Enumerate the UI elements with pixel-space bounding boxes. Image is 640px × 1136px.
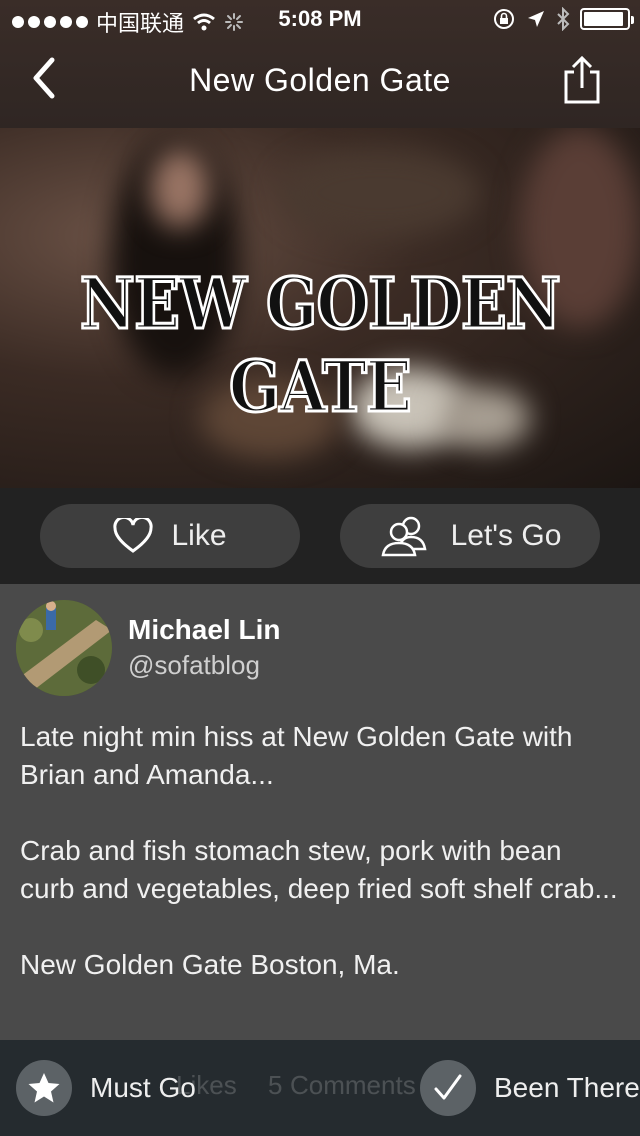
been-there-button[interactable]: Been There (420, 1060, 640, 1116)
been-there-label: Been There (494, 1072, 640, 1103)
page-title: New Golden Gate (189, 62, 451, 98)
battery-level (584, 12, 623, 26)
post-paragraph: Late night min hiss at New Golden Gate w… (20, 721, 573, 790)
avatar-image (16, 600, 112, 696)
must-go-button[interactable]: Must Go (16, 1060, 196, 1116)
must-go-label: Must Go (90, 1072, 196, 1103)
like-label: Like (171, 519, 227, 552)
like-button[interactable]: Like (40, 504, 300, 568)
group-icon (381, 516, 427, 557)
hero-image: NEW GOLDEN GATE (0, 128, 640, 488)
hero-blur-shape (280, 148, 480, 238)
rotation-lock-icon (494, 9, 514, 29)
comments-count: 5 (268, 1070, 283, 1100)
status-right (492, 7, 634, 31)
nav-bar: New Golden Gate (0, 40, 640, 128)
star-icon (16, 1060, 72, 1116)
checkmark-icon (420, 1060, 476, 1116)
heart-icon (113, 518, 154, 553)
avatar[interactable] (16, 600, 112, 696)
lets-go-button[interactable]: Let's Go (340, 504, 600, 568)
action-bar: Like Let's Go (0, 488, 640, 584)
post-paragraph: Crab and fish stomach stew, pork with be… (20, 835, 618, 904)
lets-go-label: Let's Go (450, 519, 562, 552)
bluetooth-icon (557, 7, 570, 31)
hero-overlay-title: NEW GOLDEN GATE (79, 261, 563, 430)
battery-icon (580, 8, 634, 30)
location-arrow-icon (528, 11, 544, 27)
bottom-bar: Likes 5 Comments Must Go Been There (0, 1040, 640, 1136)
post-body: Late night min hiss at New Golden Gate w… (20, 718, 620, 1022)
header: 中国联通 5:08 PM New Golden Gate (0, 0, 640, 128)
post-paragraph: New Golden Gate Boston, Ma. (20, 949, 400, 980)
share-icon[interactable] (562, 54, 602, 106)
hero-blur-shape (150, 148, 210, 228)
comments-text: Comments (290, 1070, 416, 1100)
status-bar: 中国联通 5:08 PM (0, 0, 640, 40)
author-name[interactable]: Michael Lin (128, 614, 280, 646)
author-handle[interactable]: @sofatblog (128, 650, 260, 681)
